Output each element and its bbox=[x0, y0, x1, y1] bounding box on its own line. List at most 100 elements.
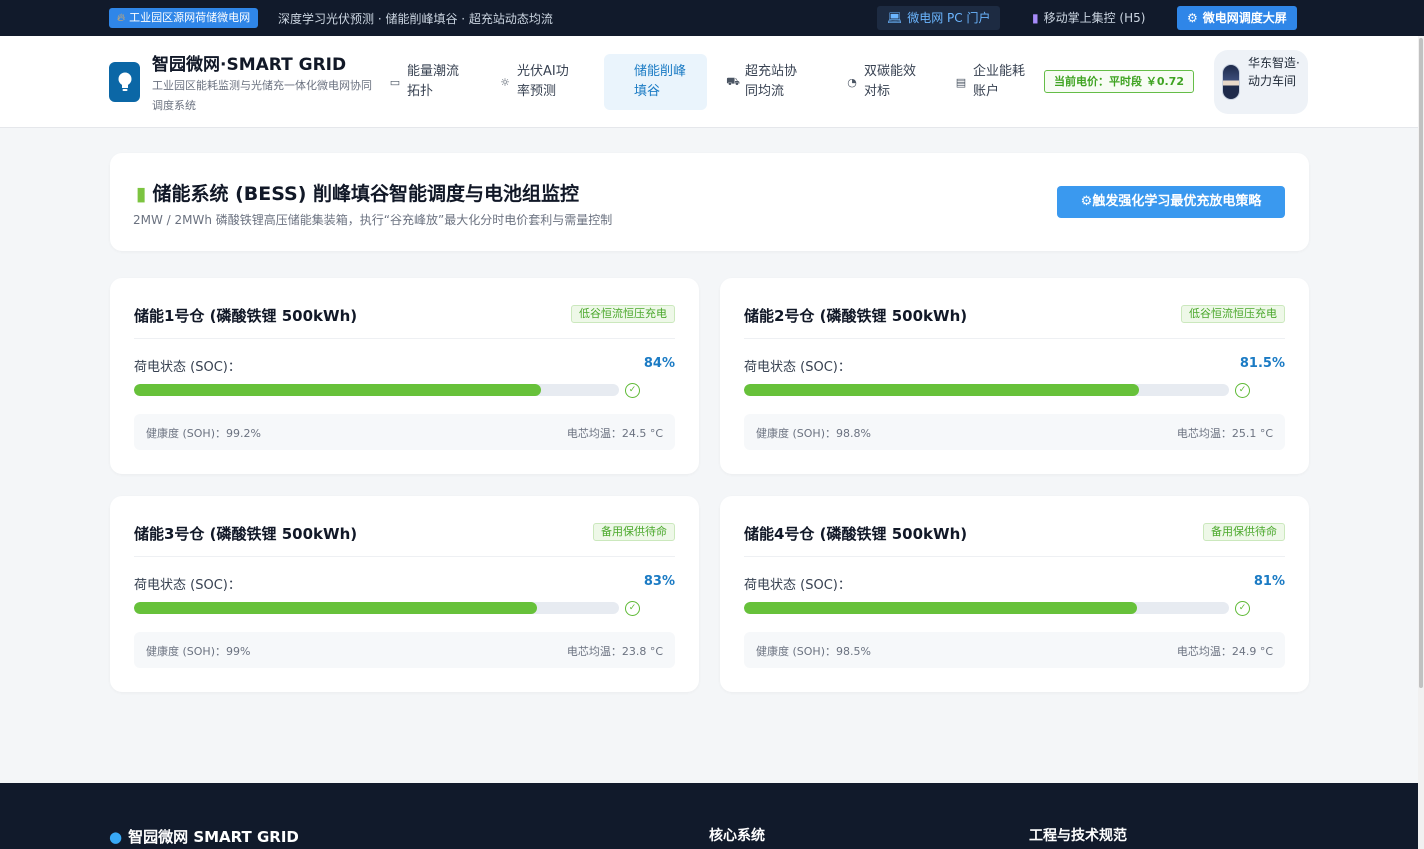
phone-icon: ▮ bbox=[1032, 11, 1039, 25]
laptop-icon: 💻︎ bbox=[887, 11, 903, 25]
temp-text: 电芯均温：25.1 °C bbox=[1176, 427, 1273, 440]
nav-label: 光伏AI功率预测 bbox=[517, 64, 569, 99]
top-tagline: 深度学习光伏预测 · 储能削峰填谷 · 超充站动态均流 bbox=[278, 12, 553, 26]
flame-icon: 🔥︎ bbox=[117, 11, 126, 24]
building-icon: ▤ bbox=[955, 75, 967, 89]
nav-accounts[interactable]: ▤ 企业能耗账户 bbox=[952, 54, 1033, 110]
check-circle-icon: ✓ bbox=[625, 383, 640, 398]
stat-row: 健康度 (SOH)：98.5% 电芯均温：24.9 °C bbox=[744, 632, 1285, 668]
soc-value: 81% bbox=[1253, 574, 1285, 589]
nav-label: 企业能耗账户 bbox=[973, 64, 1026, 99]
avatar bbox=[1222, 64, 1240, 100]
site-badge-label: 工业园区源网荷储微电网 bbox=[129, 11, 251, 24]
status-badge: 低谷恒流恒压充电 bbox=[571, 305, 675, 323]
nav-pv-forecast[interactable]: ☼ 光伏AI功率预测 bbox=[496, 54, 577, 110]
soh-text: 健康度 (SOH)：99% bbox=[146, 645, 251, 658]
pc-portal-link[interactable]: 💻︎ 微电网 PC 门户 bbox=[877, 6, 1001, 30]
soc-label: 荷电状态 (SOC)： bbox=[744, 360, 851, 375]
status-badge: 备用保供待命 bbox=[593, 523, 675, 541]
nav-charging[interactable]: ⛟ 超充站协同均流 bbox=[724, 54, 805, 110]
truck-icon: ⛟ bbox=[726, 74, 740, 88]
soc-fill bbox=[744, 384, 1140, 396]
status-badge: 低谷恒流恒压充电 bbox=[1181, 305, 1285, 323]
big-screen-link[interactable]: ⚙ 微电网调度大屏 bbox=[1177, 6, 1297, 30]
brand-title[interactable]: 智园微网·SMART GRID bbox=[152, 50, 346, 75]
intro-card: ▮ 储能系统 (BESS) 削峰填谷智能调度与电池组监控 2MW / 2MWh 磷… bbox=[110, 153, 1309, 251]
soc-progress-bar bbox=[744, 384, 1229, 396]
page-title: ▮ 储能系统 (BESS) 削峰填谷智能调度与电池组监控 bbox=[136, 179, 579, 206]
divider bbox=[744, 338, 1285, 339]
soc-value: 84% bbox=[643, 356, 675, 371]
price-badge: 当前电价：平时段 ￥0.72 bbox=[1044, 70, 1194, 93]
soc-fill bbox=[744, 602, 1137, 614]
user-name: 华东智造·动力车间 bbox=[1248, 56, 1300, 88]
soc-fill bbox=[134, 602, 537, 614]
nav-energy-flow[interactable]: ▭ 能量潮流拓扑 bbox=[386, 54, 467, 110]
soh-text: 健康度 (SOH)：99.2% bbox=[146, 427, 261, 440]
battery-icon: ▮ bbox=[136, 183, 147, 205]
pc-portal-label: 微电网 PC 门户 bbox=[907, 11, 991, 25]
stat-row: 健康度 (SOH)：99% 电芯均温：23.8 °C bbox=[134, 632, 675, 668]
lightbulb-logo-icon[interactable] bbox=[109, 62, 140, 102]
bess-card: 储能1号仓 (磷酸铁锂 500kWh) 低谷恒流恒压充电 荷电状态 (SOC)：… bbox=[110, 278, 699, 474]
bess-card: 储能3号仓 (磷酸铁锂 500kWh) 备用保供待命 荷电状态 (SOC)： 8… bbox=[110, 496, 699, 692]
bess-title: 储能2号仓 (磷酸铁锂 500kWh) bbox=[744, 307, 968, 325]
bess-title: 储能1号仓 (磷酸铁锂 500kWh) bbox=[134, 307, 358, 325]
nav-label: 储能削峰填谷 bbox=[634, 64, 687, 99]
soc-progress-bar bbox=[134, 384, 619, 396]
soc-value: 83% bbox=[643, 574, 675, 589]
soc-fill bbox=[134, 384, 542, 396]
soc-value: 81.5% bbox=[1239, 356, 1285, 371]
status-badge: 备用保供待命 bbox=[1203, 523, 1285, 541]
divider bbox=[134, 556, 675, 557]
soc-label: 荷电状态 (SOC)： bbox=[134, 360, 241, 375]
bess-title: 储能3号仓 (磷酸铁锂 500kWh) bbox=[134, 525, 358, 543]
header: 智园微网·SMART GRID 工业园区能耗监测与光储充一体化微电网协同调度系统… bbox=[0, 36, 1418, 128]
pie-chart-icon: ◔ bbox=[847, 75, 857, 89]
stat-row: 健康度 (SOH)：98.8% 电芯均温：25.1 °C bbox=[744, 414, 1285, 450]
temp-text: 电芯均温：23.8 °C bbox=[566, 645, 663, 658]
rl-strategy-label: 触发强化学习最优充放电策略 bbox=[1092, 194, 1262, 209]
brand-subtitle: 工业园区能耗监测与光储充一体化微电网协同调度系统 bbox=[152, 79, 372, 112]
divider bbox=[134, 338, 675, 339]
temp-text: 电芯均温：24.5 °C bbox=[566, 427, 663, 440]
nav-carbon[interactable]: ◔ 双碳能效对标 bbox=[843, 54, 924, 110]
lightbulb-icon: ● bbox=[109, 828, 123, 846]
footer-heading-spec: 工程与技术规范 bbox=[1029, 828, 1127, 844]
footer-brand: ● 智园微网 SMART GRID bbox=[109, 826, 299, 847]
bess-card: 储能4号仓 (磷酸铁锂 500kWh) 备用保供待命 荷电状态 (SOC)： 8… bbox=[720, 496, 1309, 692]
mobile-link[interactable]: ▮ 移动掌上集控 (H5) bbox=[1022, 6, 1155, 30]
gear-icon: ⚙ bbox=[1187, 11, 1198, 25]
nav-label: 能量潮流拓扑 bbox=[407, 64, 460, 99]
footer-brand-text: 智园微网 SMART GRID bbox=[128, 828, 299, 846]
site-badge: 🔥︎ 工业园区源网荷储微电网 bbox=[109, 8, 259, 28]
stat-row: 健康度 (SOH)：99.2% 电芯均温：24.5 °C bbox=[134, 414, 675, 450]
soh-text: 健康度 (SOH)：98.8% bbox=[756, 427, 871, 440]
check-circle-icon: ✓ bbox=[625, 601, 640, 616]
nav-label: 双碳能效对标 bbox=[864, 64, 917, 99]
soh-text: 健康度 (SOH)：98.5% bbox=[756, 645, 871, 658]
footer: ● 智园微网 SMART GRID 核心系统 工程与技术规范 bbox=[0, 783, 1418, 849]
divider bbox=[744, 556, 1285, 557]
page-subtitle: 2MW / 2MWh 磷酸铁锂高压储能集装箱，执行“谷充峰放”最大化分时电价套利… bbox=[133, 213, 613, 227]
chip-icon: ⚙ bbox=[1080, 194, 1093, 209]
soc-progress-bar bbox=[744, 602, 1229, 614]
user-chip[interactable]: 华东智造·动力车间 bbox=[1214, 50, 1308, 114]
soc-label: 荷电状态 (SOC)： bbox=[744, 578, 851, 593]
footer-heading-core: 核心系统 bbox=[709, 828, 765, 844]
bess-card: 储能2号仓 (磷酸铁锂 500kWh) 低谷恒流恒压充电 荷电状态 (SOC)：… bbox=[720, 278, 1309, 474]
rl-strategy-button[interactable]: ⚙触发强化学习最优充放电策略 bbox=[1057, 186, 1285, 218]
page-title-text: 储能系统 (BESS) 削峰填谷智能调度与电池组监控 bbox=[152, 183, 580, 205]
check-circle-icon: ✓ bbox=[1235, 383, 1250, 398]
soc-label: 荷电状态 (SOC)： bbox=[134, 578, 241, 593]
sun-icon: ☼ bbox=[500, 75, 510, 89]
temp-text: 电芯均温：24.9 °C bbox=[1176, 645, 1273, 658]
big-screen-label: 微电网调度大屏 bbox=[1202, 11, 1287, 25]
nav-storage-peak[interactable]: 储能削峰填谷 bbox=[604, 54, 707, 110]
monitor-icon: ▭ bbox=[389, 75, 401, 89]
check-circle-icon: ✓ bbox=[1235, 601, 1250, 616]
bess-title: 储能4号仓 (磷酸铁锂 500kWh) bbox=[744, 525, 968, 543]
soc-progress-bar bbox=[134, 602, 619, 614]
mobile-label: 移动掌上集控 (H5) bbox=[1043, 11, 1146, 25]
scrollbar-thumb[interactable] bbox=[1419, 38, 1423, 688]
